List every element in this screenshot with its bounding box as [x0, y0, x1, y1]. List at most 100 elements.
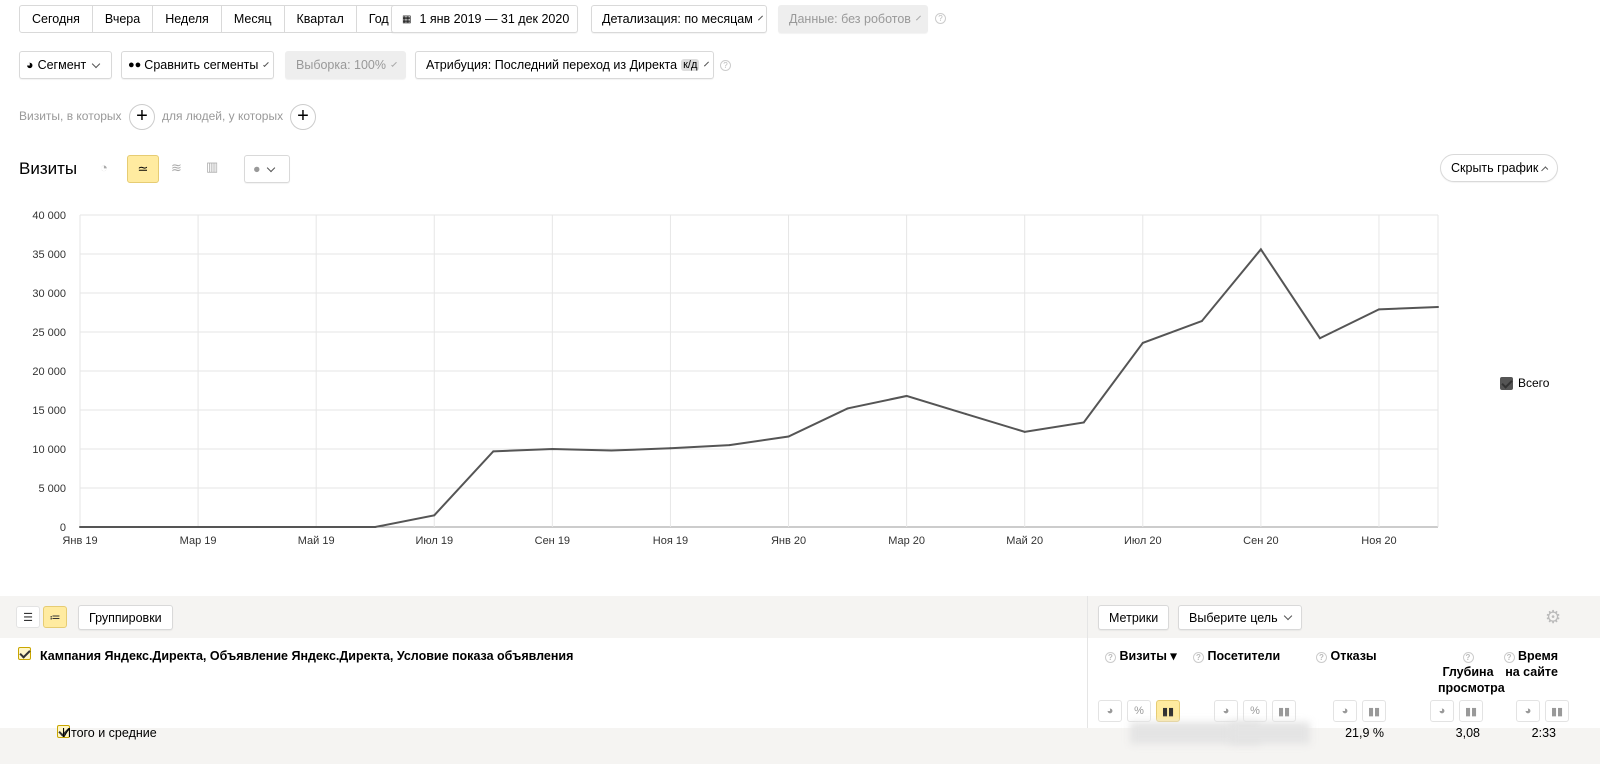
chevron-up-icon: [1541, 166, 1549, 173]
data-point: [905, 394, 908, 397]
percent-icon[interactable]: %: [1127, 700, 1151, 722]
pie-icon[interactable]: ◕: [1516, 700, 1540, 722]
x-tick-label: Июл 20: [1124, 535, 1162, 547]
add-visits-filter-button[interactable]: +: [129, 104, 155, 130]
pie-chart-type-icon[interactable]: ◔: [100, 160, 108, 175]
pie-icon[interactable]: ◕: [1430, 700, 1454, 722]
bars-icon[interactable]: ▮▮: [1459, 700, 1483, 722]
x-tick-label: Ноя 20: [1361, 535, 1396, 547]
data-point: [1082, 421, 1085, 424]
legend-item-total[interactable]: Всего: [1500, 376, 1549, 390]
bars-icon[interactable]: ▮▮: [1545, 700, 1569, 722]
x-tick-label: Июл 19: [415, 535, 453, 547]
bars-icon[interactable]: ▮▮: [1362, 700, 1386, 722]
pie-icon[interactable]: ◕: [1098, 700, 1122, 722]
depth-view-buttons: ◕ ▮▮: [1430, 700, 1488, 722]
x-tick-label: Янв 19: [62, 535, 97, 547]
data-point: [669, 447, 672, 450]
bars-icon[interactable]: ▮▮: [1272, 700, 1296, 722]
detail-dropdown[interactable]: Детализация: по месяцам: [591, 5, 767, 33]
sample-dropdown[interactable]: Выборка: 100%: [285, 51, 406, 79]
pie-icon: ◕: [26, 58, 34, 72]
data-point: [433, 514, 436, 517]
y-tick-label: 25 000: [32, 327, 66, 339]
bars-icon[interactable]: ▮▮: [1156, 700, 1180, 722]
data-point: [197, 526, 200, 528]
gear-icon[interactable]: ⚙: [1545, 607, 1561, 628]
dimension-checkbox[interactable]: [18, 647, 31, 660]
percent-icon[interactable]: %: [1243, 700, 1267, 722]
chevron-down-icon: [263, 60, 269, 67]
x-tick-label: Янв 20: [771, 535, 806, 547]
totals-depth: 3,08: [1455, 726, 1480, 740]
help-icon[interactable]: ?: [935, 13, 946, 24]
annotations-dropdown[interactable]: ●: [244, 155, 290, 183]
series-line-Всего: [80, 247, 1439, 528]
help-icon[interactable]: ?: [720, 60, 731, 71]
totals-label: Итого и средние: [62, 726, 157, 740]
data-point: [315, 526, 318, 528]
groupings-button[interactable]: Группировки: [78, 605, 173, 630]
data-point: [787, 435, 790, 438]
list-view-button[interactable]: ☰: [16, 606, 40, 628]
data-filter-dropdown[interactable]: Данные: без роботов: [778, 5, 928, 33]
metrics-button[interactable]: Метрики: [1098, 605, 1170, 630]
dimension-header: Кампания Яндекс.Директа, Объявление Янде…: [40, 649, 574, 663]
goal-dropdown[interactable]: Выберите цель: [1178, 605, 1302, 630]
period-quarter[interactable]: Квартал: [285, 6, 357, 32]
pie-icon[interactable]: ◕: [1333, 700, 1357, 722]
drops-icon: ●●: [128, 59, 142, 71]
period-week[interactable]: Неделя: [153, 6, 222, 32]
x-tick-label: Май 19: [298, 535, 335, 547]
area-chart-type-icon[interactable]: ≋: [171, 160, 182, 176]
totals-bounce: 21,9 %: [1345, 726, 1384, 740]
y-tick-label: 20 000: [32, 366, 66, 378]
x-tick-label: Мар 19: [180, 535, 217, 547]
period-yesterday[interactable]: Вчера: [93, 6, 154, 32]
column-bounce[interactable]: ? Отказы: [1316, 648, 1377, 664]
date-range-button[interactable]: ▦ 1 янв 2019 — 31 дек 2020: [391, 5, 578, 33]
x-tick-label: Мар 20: [888, 535, 925, 547]
hide-chart-button[interactable]: Скрыть график: [1440, 154, 1558, 182]
period-today[interactable]: Сегодня: [20, 6, 93, 32]
y-tick-label: 0: [60, 522, 66, 534]
chevron-down-icon: [391, 60, 397, 67]
column-depth[interactable]: ? Глубина просмотра: [1438, 648, 1505, 696]
table-toolbar: [0, 596, 1600, 638]
chevron-down-icon: [1283, 611, 1292, 621]
tree-view-button[interactable]: ≔: [43, 606, 67, 628]
x-tick-label: Май 20: [1006, 535, 1043, 547]
data-point: [1023, 430, 1026, 433]
bounce-view-buttons: ◕ ▮▮: [1333, 700, 1391, 722]
chart-title: Визиты: [19, 159, 78, 178]
period-month[interactable]: Месяц: [222, 6, 285, 32]
column-visits[interactable]: ? Визиты ▾: [1105, 648, 1177, 664]
chevron-down-icon: [92, 59, 101, 68]
x-tick-label: Сен 20: [1243, 535, 1278, 547]
line-chart-type-icon[interactable]: ≃: [127, 155, 159, 183]
data-point: [79, 526, 81, 528]
column-visitors[interactable]: ? Посетители: [1193, 648, 1280, 664]
y-tick-label: 5 000: [38, 483, 66, 495]
visits-filter-label: Визиты, в которых: [19, 109, 122, 123]
data-point: [256, 526, 259, 528]
x-tick-label: Сен 19: [535, 535, 570, 547]
segment-dropdown[interactable]: ◕ Сегмент: [19, 51, 112, 79]
column-time[interactable]: ? Время на сайте: [1503, 648, 1558, 680]
data-point: [374, 526, 377, 528]
y-tick-label: 15 000: [32, 405, 66, 417]
chevron-down-icon: [757, 15, 763, 20]
y-tick-label: 10 000: [32, 444, 66, 456]
data-point: [1318, 337, 1321, 340]
pie-icon[interactable]: ◕: [1214, 700, 1238, 722]
data-point: [846, 407, 849, 410]
add-people-filter-button[interactable]: +: [290, 104, 316, 130]
data-point: [610, 449, 613, 452]
chevron-down-icon: [266, 163, 275, 172]
data-point: [1200, 320, 1203, 323]
compare-segments-dropdown[interactable]: ●● Сравнить сегменты: [121, 51, 274, 79]
data-point: [1141, 341, 1144, 344]
data-point: [138, 526, 141, 528]
bar-chart-type-icon[interactable]: ▥: [206, 159, 218, 175]
attribution-dropdown[interactable]: Атрибуция: Последний переход из Директа к…: [415, 51, 714, 79]
